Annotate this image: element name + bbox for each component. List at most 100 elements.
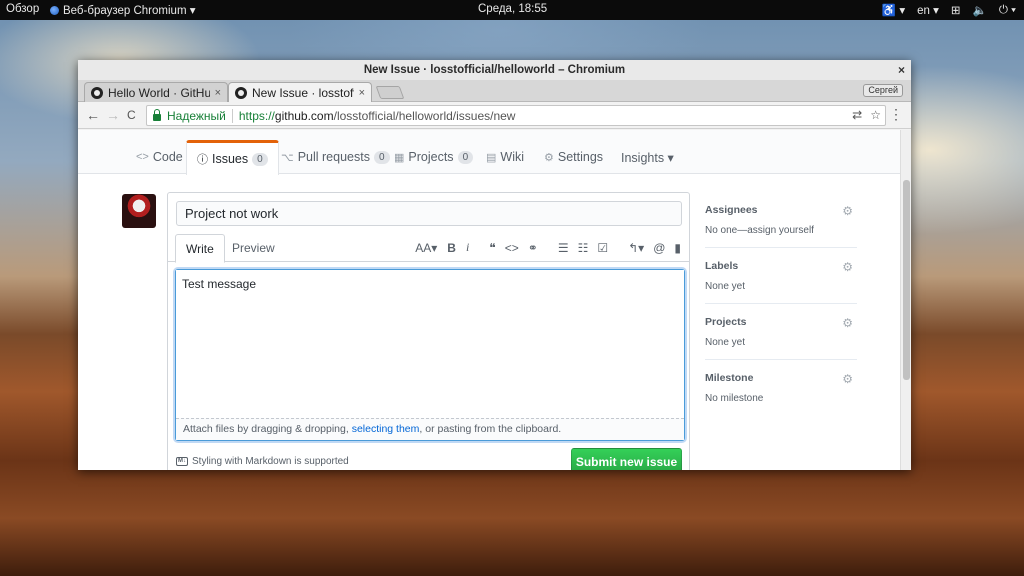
- activities-button[interactable]: Обзор: [6, 3, 39, 15]
- tab-new-issue[interactable]: New Issue · losstoffi ×: [228, 82, 372, 103]
- translate-icon[interactable]: ⇄: [852, 108, 862, 122]
- nav-projects-label: Projects: [408, 150, 454, 164]
- sidebar-heading: Milestone: [705, 372, 754, 384]
- url-path: /losstofficial/helloworld/issues/new: [333, 108, 516, 123]
- nav-wiki-label: Wiki: [500, 150, 525, 164]
- mention-icon[interactable]: @: [653, 241, 665, 255]
- link-icon[interactable]: ⚭: [528, 241, 538, 255]
- network-icon[interactable]: ⊞: [951, 3, 961, 17]
- tab-close-icon[interactable]: ×: [359, 87, 365, 99]
- power-icon[interactable]: ⏻ ▾: [999, 4, 1016, 17]
- window-close-button[interactable]: ×: [898, 60, 905, 80]
- app-menu-label: Веб-браузер Chromium ▾: [63, 5, 196, 17]
- address-bar[interactable]: Надежный https:// github.com /losstoffic…: [146, 105, 886, 126]
- browser-menu-icon[interactable]: ⋮: [889, 106, 903, 123]
- nav-pull-requests[interactable]: ⌥ Pull requests 0: [271, 140, 400, 174]
- back-button[interactable]: ←: [86, 107, 100, 123]
- sidebar-assignees: Assignees ⚙ No one—assign yourself: [705, 192, 857, 248]
- drop-hint-text-end: , or pasting from the clipboard.: [419, 423, 562, 435]
- profile-button[interactable]: Сергей: [863, 84, 903, 97]
- sidebar-heading: Labels: [705, 260, 739, 272]
- app-menu[interactable]: Веб-браузер Chromium ▾: [50, 3, 196, 17]
- unordered-list-icon[interactable]: ☰: [558, 241, 569, 255]
- editor-tabs: Write Preview AA▾ B i ❝ <> ⚭ ☰ ☷ ☑ ↰▾ @ …: [168, 234, 689, 263]
- tab-strip: Hello World · GitHub × New Issue · losst…: [78, 80, 911, 103]
- task-list-icon[interactable]: ☑: [597, 241, 608, 255]
- issue-body-textarea[interactable]: Test message: [176, 270, 684, 418]
- clock[interactable]: Среда, 18:55: [478, 3, 547, 15]
- issue-title-input[interactable]: [176, 201, 682, 226]
- bookmark-star-icon[interactable]: ☆: [870, 108, 881, 122]
- nav-projects[interactable]: ▦ Projects 0: [384, 140, 483, 174]
- submit-issue-button[interactable]: Submit new issue: [571, 448, 682, 470]
- sidebar-milestone: Milestone ⚙ No milestone: [705, 360, 857, 416]
- url-scheme: https://: [238, 108, 275, 123]
- code-icon[interactable]: <>: [505, 241, 519, 255]
- nav-insights-label: Insights ▾: [621, 150, 674, 165]
- github-icon: [235, 87, 247, 99]
- page-scrollbar[interactable]: [900, 130, 911, 470]
- git-pull-request-icon: ⌥: [281, 151, 294, 164]
- window-titlebar[interactable]: New Issue · losstofficial/helloworld – C…: [78, 60, 911, 80]
- nav-issues-label: Issues: [212, 152, 249, 166]
- forward-button[interactable]: →: [106, 107, 120, 123]
- reply-icon[interactable]: ↰▾: [628, 241, 644, 255]
- volume-icon[interactable]: 🔈: [973, 3, 987, 17]
- web-page: <> Code ⓘ Issues 0 ⌥ Pull requests 0 ▦ P…: [78, 130, 900, 470]
- window-title: New Issue · losstofficial/helloworld – C…: [363, 64, 626, 76]
- markdown-note-label: Styling with Markdown is supported: [192, 456, 349, 467]
- markdown-note[interactable]: M↓ Styling with Markdown is supported: [176, 456, 349, 467]
- new-issue-form: Write Preview AA▾ B i ❝ <> ⚭ ☰ ☷ ☑: [167, 192, 690, 470]
- tab-close-icon[interactable]: ×: [215, 87, 221, 99]
- bookmark-icon[interactable]: ▮: [674, 241, 681, 255]
- nav-issues[interactable]: ⓘ Issues 0: [186, 140, 279, 175]
- github-icon: [91, 86, 103, 99]
- tab-label: New Issue · losstoffi: [252, 86, 354, 100]
- repo-nav: <> Code ⓘ Issues 0 ⌥ Pull requests 0 ▦ P…: [78, 130, 900, 175]
- issue-sidebar: Assignees ⚙ No one—assign yourself Label…: [705, 192, 857, 416]
- reload-button[interactable]: C: [127, 108, 136, 122]
- nav-settings[interactable]: ⚙ Settings: [534, 140, 613, 174]
- file-attach-hint[interactable]: Attach files by dragging & dropping, sel…: [176, 418, 684, 440]
- lock-icon: [153, 108, 161, 121]
- italic-icon[interactable]: i: [466, 240, 469, 255]
- keyboard-language[interactable]: en ▾: [917, 3, 939, 17]
- chromium-icon: [50, 5, 59, 15]
- projects-counter: 0: [457, 150, 474, 164]
- sidebar-labels: Labels ⚙ None yet: [705, 248, 857, 304]
- select-files-link[interactable]: selecting them: [352, 423, 420, 435]
- gear-icon[interactable]: ⚙: [842, 372, 853, 386]
- ordered-list-icon[interactable]: ☷: [578, 241, 589, 255]
- sidebar-value[interactable]: No one—assign yourself: [705, 225, 814, 236]
- tab-write[interactable]: Write: [175, 234, 225, 263]
- sidebar-value: No milestone: [705, 393, 764, 404]
- nav-wiki[interactable]: ▤ Wiki: [476, 140, 534, 174]
- markdown-toolbar: AA▾ B i ❝ <> ⚭ ☰ ☷ ☑ ↰▾ @ ▮: [415, 240, 681, 255]
- heading-icon[interactable]: AA▾: [415, 241, 437, 255]
- scrollbar-thumb[interactable]: [903, 180, 910, 380]
- sidebar-heading: Assignees: [705, 204, 758, 216]
- drop-hint-text: Attach files by dragging & dropping,: [183, 423, 352, 435]
- tab-hello-world[interactable]: Hello World · GitHub ×: [84, 82, 228, 102]
- issues-counter: 0: [252, 152, 268, 166]
- issue-body-wrapper: Test message Attach files by dragging & …: [175, 269, 685, 441]
- accessibility-icon[interactable]: ♿ ▾: [882, 3, 905, 17]
- quote-icon[interactable]: ❝: [489, 241, 495, 255]
- code-icon: <>: [136, 151, 149, 163]
- sidebar-projects: Projects ⚙ None yet: [705, 304, 857, 360]
- avatar[interactable]: [122, 194, 156, 228]
- nav-code[interactable]: <> Code: [126, 140, 193, 174]
- book-icon: ▤: [486, 151, 497, 164]
- omnibox-divider: [231, 108, 233, 123]
- gear-icon[interactable]: ⚙: [842, 260, 853, 274]
- gear-icon[interactable]: ⚙: [842, 316, 853, 330]
- url-host: github.com: [274, 108, 334, 123]
- gear-icon[interactable]: ⚙: [842, 204, 853, 218]
- nav-insights[interactable]: Insights ▾: [611, 140, 684, 174]
- secure-label[interactable]: Надежный: [167, 109, 226, 123]
- sidebar-value: None yet: [705, 337, 746, 348]
- bold-icon[interactable]: B: [447, 241, 456, 255]
- tab-preview[interactable]: Preview: [222, 234, 285, 263]
- new-tab-button[interactable]: [375, 86, 405, 99]
- nav-pulls-label: Pull requests: [297, 150, 370, 164]
